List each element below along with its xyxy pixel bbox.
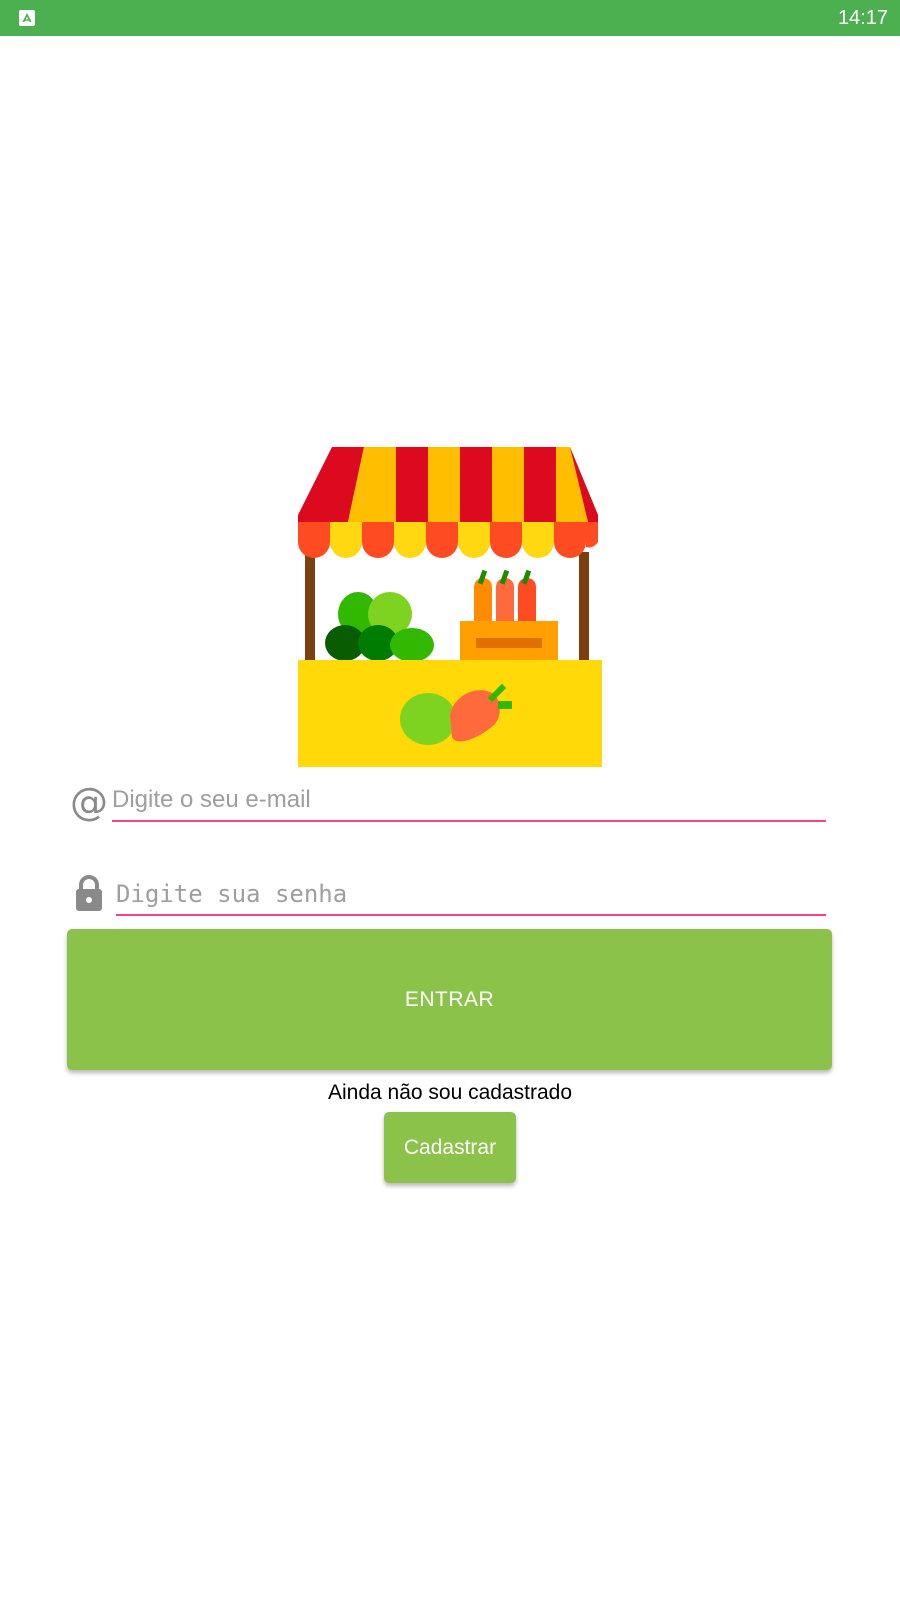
login-screen: 14:17 @ Digite o seu e-mail ENTRAR Ainda…	[0, 0, 900, 1600]
password-field[interactable]	[116, 874, 826, 916]
lock-icon	[76, 875, 102, 911]
at-sign-icon: @	[70, 780, 108, 824]
email-field[interactable]	[112, 780, 826, 822]
register-button[interactable]: Cadastrar	[384, 1112, 516, 1183]
app-store-icon	[19, 10, 35, 26]
status-bar: 14:17	[0, 0, 900, 36]
status-time: 14:17	[837, 7, 888, 29]
login-button[interactable]: ENTRAR	[67, 929, 832, 1070]
market-stall-illustration	[298, 447, 602, 767]
not-registered-text: Ainda não sou cadastrado	[327, 1081, 572, 1104]
